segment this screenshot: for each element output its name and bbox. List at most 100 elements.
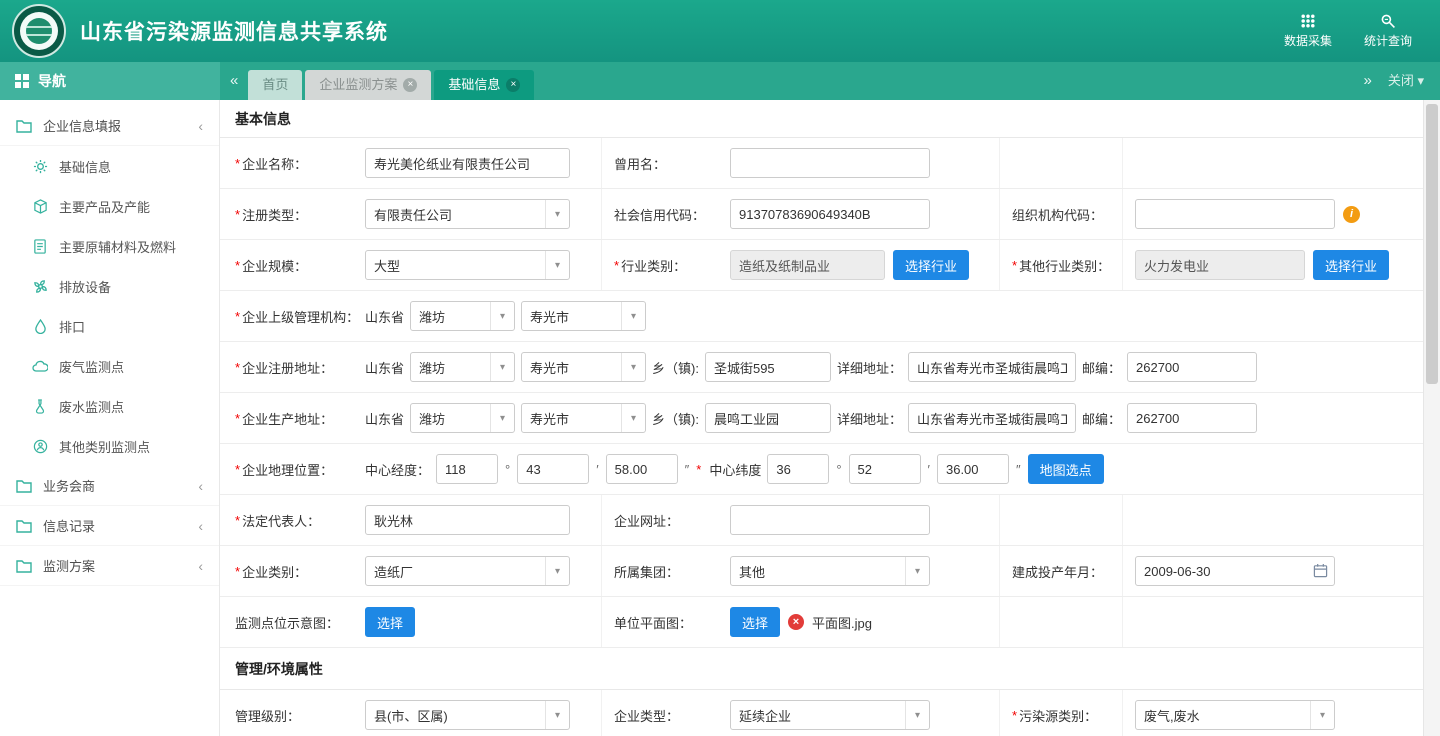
ent-type-select[interactable]: 延续企业▾: [730, 700, 930, 730]
section-title-mgmt: 管理/环境属性: [220, 648, 1423, 690]
data-collection-button[interactable]: 数据采集: [1284, 13, 1332, 49]
reg-address-city-select[interactable]: 潍坊▾: [410, 352, 515, 382]
sidebar-item-basic-info[interactable]: 基础信息: [0, 146, 219, 186]
longitude-degree-input[interactable]: [436, 454, 498, 484]
sidebar-group-info-record[interactable]: 信息记录 ‹: [0, 506, 219, 546]
required-mark: *: [235, 462, 240, 477]
mgmt-level-select[interactable]: 县(市、区属)▾: [365, 700, 570, 730]
sidebar-item-materials[interactable]: 主要原辅材料及燃料: [0, 226, 219, 266]
reg-address-detail-input[interactable]: [908, 352, 1076, 382]
latitude-minute-input[interactable]: [849, 454, 921, 484]
sidebar-item-water-monitoring[interactable]: 废水监测点: [0, 386, 219, 426]
prod-address-county-select[interactable]: 寿光市▾: [521, 403, 646, 433]
delete-file-icon[interactable]: ×: [788, 614, 804, 630]
pollution-type-select[interactable]: 废气,废水▾: [1135, 700, 1335, 730]
reg-type-select[interactable]: 有限责任公司▾: [365, 199, 570, 229]
select-other-industry-button[interactable]: 选择行业: [1313, 250, 1389, 280]
close-icon[interactable]: ×: [403, 78, 417, 92]
prod-address-city-select[interactable]: 潍坊▾: [410, 403, 515, 433]
tabs-scroll-right-icon[interactable]: »: [1353, 62, 1381, 100]
prod-address-town-input[interactable]: [705, 403, 831, 433]
map-pick-button[interactable]: 地图选点: [1028, 454, 1104, 484]
build-date-field: [1135, 556, 1335, 586]
degree-symbol: °: [504, 462, 511, 477]
tabs-scroll-left-icon[interactable]: «: [220, 62, 248, 100]
empty-cell: [1122, 138, 1423, 188]
chevron-down-icon: ▾: [490, 302, 514, 330]
required-mark: *: [235, 360, 240, 375]
reg-address-county-select[interactable]: 寿光市▾: [521, 352, 646, 382]
select-unit-plan-button[interactable]: 选择: [730, 607, 780, 637]
sidebar-group-label: 监测方案: [43, 556, 95, 575]
sidebar-group-label: 企业信息填报: [43, 116, 121, 135]
unit-plan-filename: 平面图.jpg: [812, 613, 872, 632]
select-site-sketch-button[interactable]: 选择: [365, 607, 415, 637]
empty-cell: [1122, 597, 1423, 647]
calendar-icon[interactable]: [1313, 563, 1328, 581]
info-icon[interactable]: i: [1343, 206, 1360, 223]
sidebar-group-enterprise-info[interactable]: 企业信息填报 ‹: [0, 106, 219, 146]
statistics-query-button[interactable]: 统计查询: [1364, 13, 1412, 49]
folder-icon: [16, 558, 32, 574]
company-name-input[interactable]: [365, 148, 570, 178]
tabs-right-controls: » 关闭 ▾: [1353, 62, 1440, 100]
scale-select[interactable]: 大型▾: [365, 250, 570, 280]
parent-org-county-select[interactable]: 寿光市▾: [521, 301, 646, 331]
sidebar-item-products[interactable]: 主要产品及产能: [0, 186, 219, 226]
chevron-down-icon: ▾: [545, 701, 569, 729]
reg-address-town-input[interactable]: [705, 352, 831, 382]
chevron-left-icon: ‹: [198, 478, 203, 494]
equipment-icon: [32, 278, 48, 294]
credit-code-input[interactable]: [730, 199, 930, 229]
former-name-input[interactable]: [730, 148, 930, 178]
select-industry-button[interactable]: 选择行业: [893, 250, 969, 280]
close-icon[interactable]: ×: [506, 78, 520, 92]
nav-label: 导航: [38, 71, 66, 91]
sidebar-item-other-monitoring[interactable]: 其他类别监测点: [0, 426, 219, 466]
required-mark: *: [235, 156, 240, 171]
reg-address-zip-input[interactable]: [1127, 352, 1257, 382]
mgmt-level-label: 管理级别：: [235, 706, 365, 725]
company-category-label: *企业类别：: [235, 562, 365, 581]
latitude-degree-input[interactable]: [767, 454, 829, 484]
chevron-down-icon: ▾: [621, 353, 645, 381]
parent-org-city-select[interactable]: 潍坊▾: [410, 301, 515, 331]
nav-grid-icon: [14, 73, 30, 89]
tab-navbar: 导航 « 首页 企业监测方案 × 基础信息 × » 关闭 ▾: [0, 62, 1440, 100]
sidebar-item-emission-equipment[interactable]: 排放设备: [0, 266, 219, 306]
sidebar-group-business-consult[interactable]: 业务会商 ‹: [0, 466, 219, 506]
vertical-scrollbar[interactable]: [1423, 100, 1440, 736]
longitude-minute-input[interactable]: [517, 454, 589, 484]
form-row-geo-location: *企业地理位置： 中心经度： ° ′ ″ * 中心纬度 ° ′ ″ 地图选点: [220, 444, 1423, 495]
sidebar-item-outlet[interactable]: 排口: [0, 306, 219, 346]
tab-basic-info[interactable]: 基础信息 ×: [434, 70, 534, 100]
company-category-select[interactable]: 造纸厂▾: [365, 556, 570, 586]
prod-address-label: *企业生产地址：: [235, 409, 365, 428]
sidebar-group-monitor-plan[interactable]: 监测方案 ‹: [0, 546, 219, 586]
tab-enterprise-monitor-plan[interactable]: 企业监测方案 ×: [305, 70, 431, 100]
build-date-input[interactable]: [1135, 556, 1335, 586]
sidebar-group-label: 业务会商: [43, 476, 95, 495]
latitude-second-input[interactable]: [937, 454, 1009, 484]
close-tabs-menu[interactable]: 关闭 ▾: [1382, 62, 1440, 100]
group-select[interactable]: 其他▾: [730, 556, 930, 586]
main-content: 基本信息 *企业名称： 曾用名： *注册类型： 有限责任公司▾ 社会信用代码： …: [220, 100, 1423, 736]
org-code-input[interactable]: [1135, 199, 1335, 229]
longitude-second-input[interactable]: [606, 454, 678, 484]
town-label: 乡（镇):: [652, 358, 699, 377]
person-circle-icon: [32, 438, 48, 454]
app-title: 山东省污染源监测信息共享系统: [80, 16, 388, 46]
ent-type-label: 企业类型：: [602, 706, 730, 725]
folder-icon: [16, 518, 32, 534]
required-mark: *: [235, 564, 240, 579]
required-mark: *: [235, 207, 240, 222]
sidebar: 企业信息填报 ‹ 基础信息 主要产品及产能 主要原辅材料及燃料 排放设备 排口 …: [0, 100, 220, 736]
website-input[interactable]: [730, 505, 930, 535]
sidebar-item-gas-monitoring[interactable]: 废气监测点: [0, 346, 219, 386]
prod-address-zip-input[interactable]: [1127, 403, 1257, 433]
tab-home[interactable]: 首页: [248, 70, 302, 100]
globe-icon: [26, 18, 52, 44]
scrollbar-thumb[interactable]: [1426, 104, 1438, 384]
legal-rep-input[interactable]: [365, 505, 570, 535]
prod-address-detail-input[interactable]: [908, 403, 1076, 433]
